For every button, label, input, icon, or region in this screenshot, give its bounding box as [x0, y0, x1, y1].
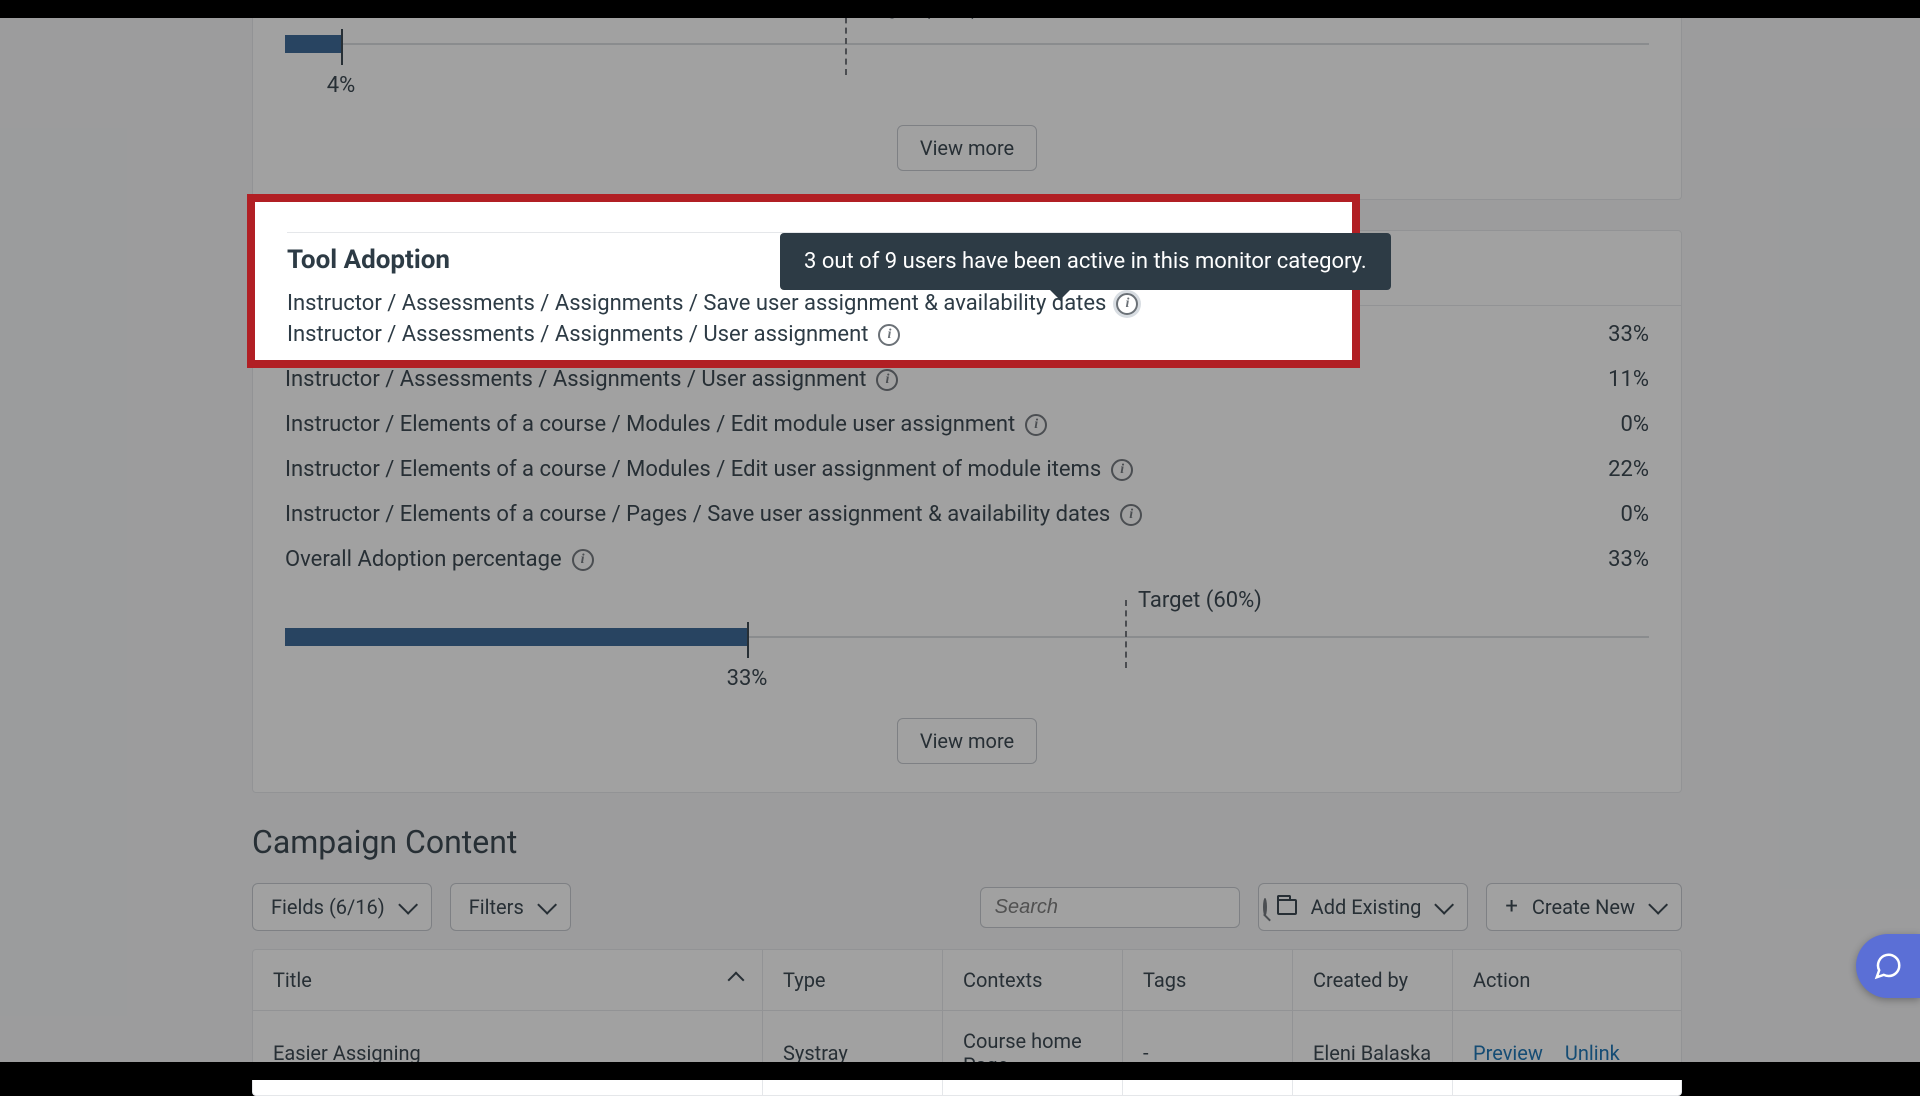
- col-tags[interactable]: Tags: [1123, 950, 1293, 1010]
- chat-icon: [1873, 951, 1903, 981]
- filters-label: Filters: [469, 895, 524, 919]
- metric-row: Overall Adoption percentage i 33%: [285, 537, 1649, 582]
- col-contexts[interactable]: Contexts: [943, 950, 1123, 1010]
- cell-title: Easier Assigning: [253, 1011, 763, 1095]
- cell-actions: Preview Unlink: [1453, 1011, 1683, 1095]
- cell-tags: -: [1123, 1011, 1293, 1095]
- col-type[interactable]: Type: [763, 950, 943, 1010]
- cell-created-by: Eleni Balaska: [1293, 1011, 1453, 1095]
- progress-value-label: 33%: [727, 666, 768, 691]
- metric-label-text: Instructor / Elements of a course / Modu…: [285, 412, 1015, 437]
- create-new-label: Create New: [1532, 895, 1635, 919]
- info-icon[interactable]: i: [1025, 414, 1047, 436]
- chevron-down-icon: [398, 895, 418, 915]
- info-icon[interactable]: i: [1111, 459, 1133, 481]
- chevron-down-icon: [537, 895, 557, 915]
- metric-label-text: Instructor / Assessments / Assignments /…: [285, 367, 866, 392]
- metric-value: 0%: [1621, 502, 1649, 527]
- progress-chart-tool-adoption: Target (60%) 33%: [285, 588, 1649, 678]
- chevron-down-icon: [1648, 895, 1668, 915]
- metric-value: 33%: [1608, 547, 1649, 572]
- search-input-wrap[interactable]: [980, 887, 1240, 928]
- view-more-button[interactable]: View more: [897, 718, 1037, 764]
- col-created-by[interactable]: Created by: [1293, 950, 1453, 1010]
- table-row: Easier Assigning Systray Course home Pag…: [253, 1011, 1681, 1095]
- target-label: Target (60%): [1138, 588, 1262, 613]
- table-head: Title Type Contexts Tags Created by Acti…: [253, 950, 1681, 1011]
- metric-row: Instructor / Elements of a course / Page…: [285, 492, 1649, 537]
- chevron-down-icon: [1435, 895, 1455, 915]
- cell-contexts: Course home Page: [943, 1011, 1123, 1095]
- col-title-label: Title: [273, 968, 312, 992]
- col-title[interactable]: Title: [253, 950, 763, 1010]
- col-action: Action: [1453, 950, 1683, 1010]
- fields-dropdown[interactable]: Fields (6/16): [252, 883, 432, 931]
- add-existing-button[interactable]: Add Existing: [1258, 883, 1469, 931]
- metric-row: Instructor / Elements of a course / Modu…: [285, 402, 1649, 447]
- view-more-button[interactable]: View more: [897, 125, 1037, 171]
- metric-value: 33%: [1608, 322, 1649, 347]
- cell-type: Systray: [763, 1011, 943, 1095]
- metric-label-text: Instructor / Elements of a course / Modu…: [285, 457, 1101, 482]
- folder-icon: [1277, 899, 1297, 915]
- metric-row: Instructor / Assessments / Assignments /…: [285, 357, 1649, 402]
- fields-label: Fields (6/16): [271, 895, 385, 919]
- sort-asc-icon: [728, 972, 745, 989]
- info-icon[interactable]: i: [876, 369, 898, 391]
- search-icon: [1263, 898, 1267, 916]
- campaign-content-title: Campaign Content: [252, 823, 1682, 861]
- metric-value: 22%: [1608, 457, 1649, 482]
- info-icon[interactable]: i: [1114, 324, 1136, 346]
- help-fab[interactable]: [1856, 934, 1920, 998]
- create-new-button[interactable]: + Create New: [1486, 883, 1682, 931]
- metric-label-text: Instructor / Elements of a course / Page…: [285, 502, 1110, 527]
- info-icon[interactable]: i: [572, 549, 594, 571]
- filters-dropdown[interactable]: Filters: [450, 883, 571, 931]
- metric-value: 0%: [1621, 412, 1649, 437]
- metric-row: Instructor / Assessments / Assignments /…: [285, 312, 1649, 357]
- metric-value: 11%: [1608, 367, 1649, 392]
- plus-icon: +: [1505, 896, 1517, 918]
- metric-label-text: Overall Adoption percentage: [285, 547, 562, 572]
- search-input[interactable]: [995, 896, 1263, 919]
- tooltip: 3 out of 9 users have been active in thi…: [780, 233, 1391, 290]
- progress-value-label: 4%: [327, 73, 355, 98]
- metric-row: Instructor / Elements of a course / Modu…: [285, 447, 1649, 492]
- info-icon[interactable]: i: [1120, 504, 1142, 526]
- metric-label-text: Instructor / Assessments / Assignments /…: [285, 322, 1104, 347]
- add-existing-label: Add Existing: [1311, 895, 1422, 919]
